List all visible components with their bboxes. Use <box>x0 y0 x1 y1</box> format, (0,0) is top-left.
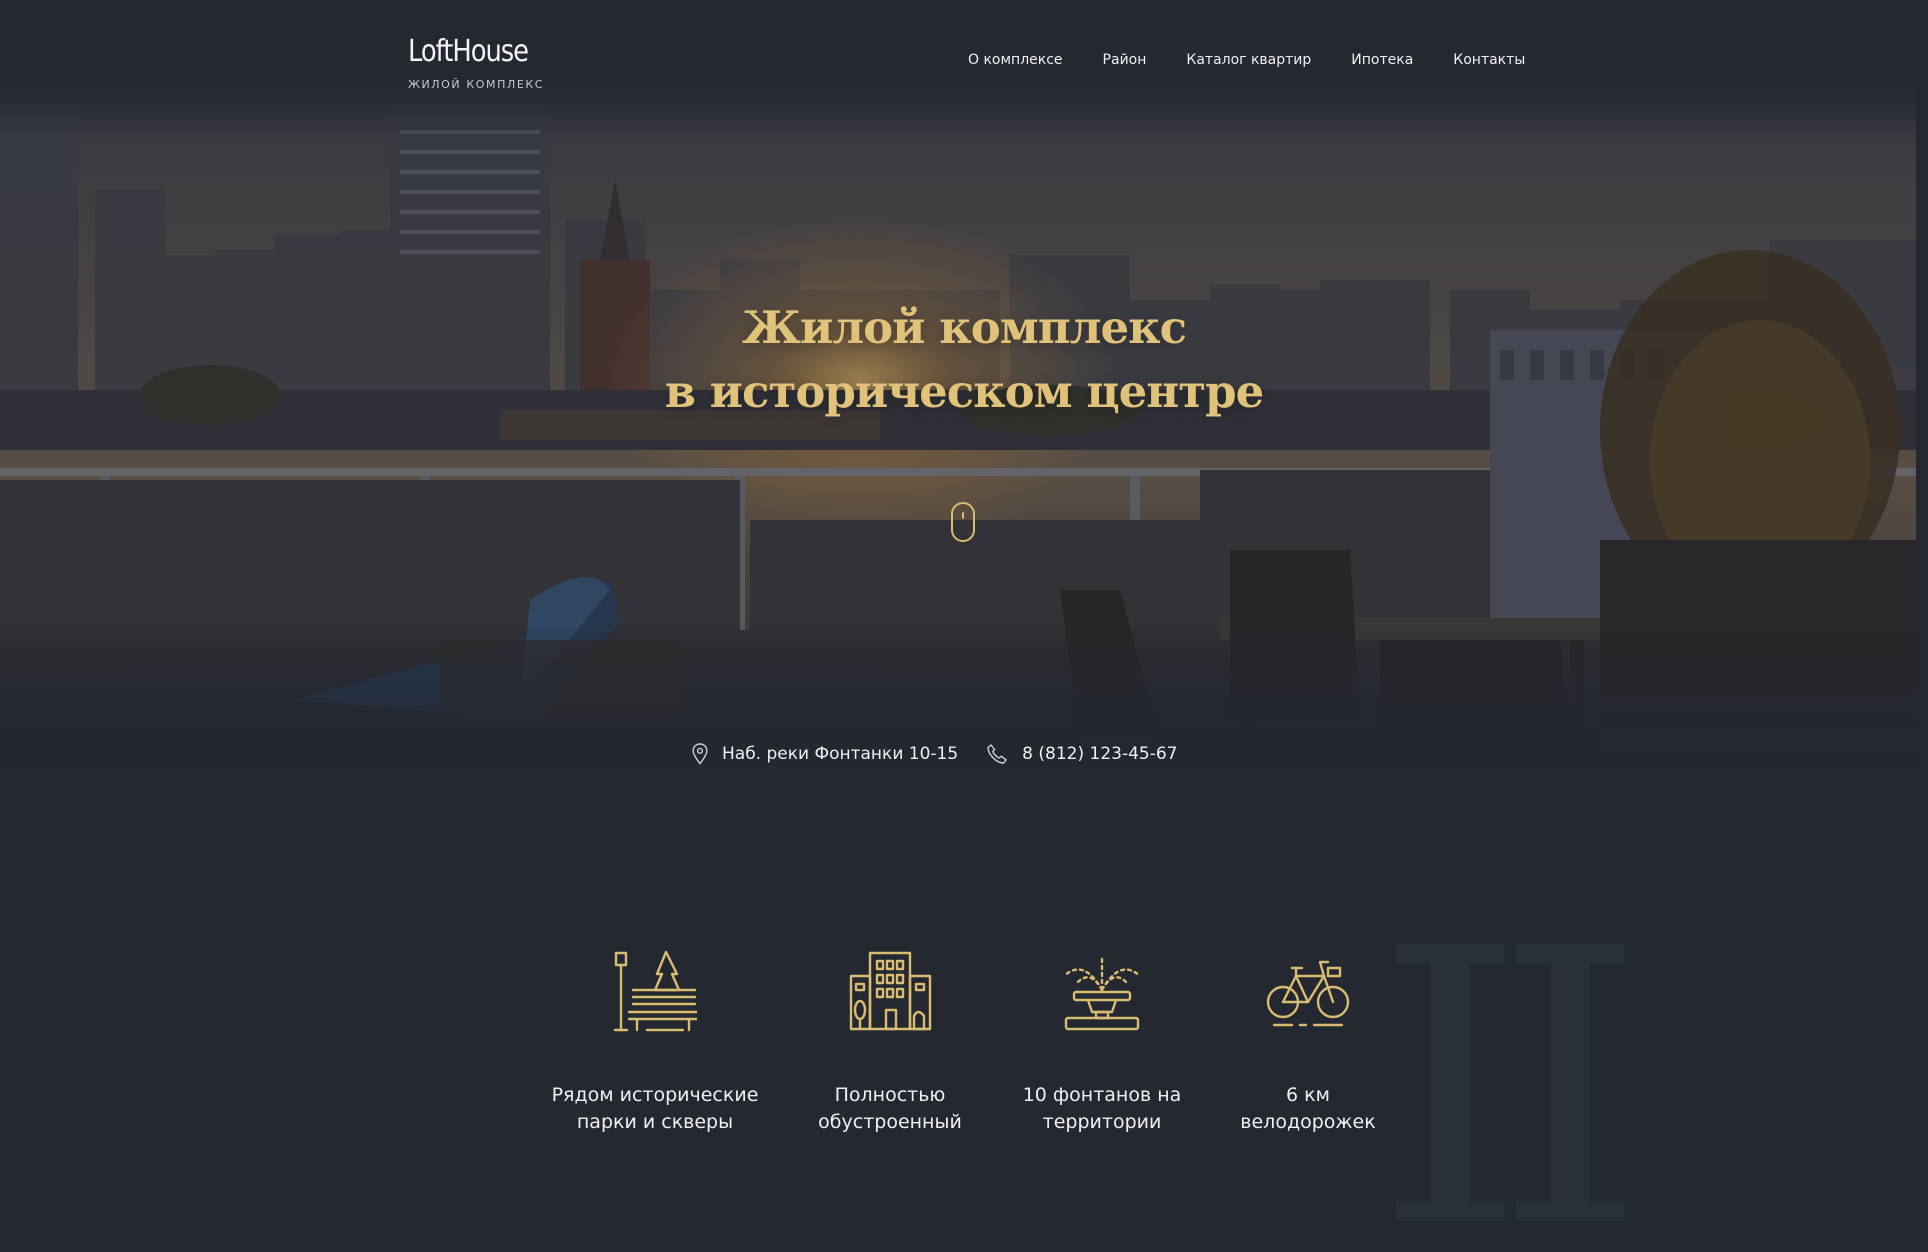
hero-title: Жилой комплекс в историческом центре <box>564 296 1364 424</box>
fountain-icon <box>1062 956 1142 1031</box>
nav-item-about[interactable]: О комплексе <box>968 50 1063 70</box>
feature-infrastructure: Полностью обустроенный <box>800 950 980 1136</box>
mouse-scroll-icon[interactable] <box>951 502 975 542</box>
feature-parks-text: Рядом исторические парки и скверы <box>551 1084 759 1133</box>
feature-fountains: 10 фонтанов на территории <box>1016 950 1188 1136</box>
address-text: Наб. реки Фонтанки 10-15 <box>722 744 959 764</box>
feature-bike-lanes-text: 6 км велодорожек <box>1240 1084 1376 1133</box>
address-item: Наб. реки Фонтанки 10-15 <box>692 743 958 765</box>
nav-item-mortgage[interactable]: Ипотека <box>1351 50 1413 70</box>
feature-fountains-text: 10 фонтанов на территории <box>1022 1084 1182 1133</box>
logo-subtitle: ЖИЛОЙ КОМПЛЕКС <box>408 78 545 91</box>
logo[interactable]: LoftHouse ЖИЛОЙ КОМПЛЕКС <box>408 34 548 91</box>
feature-parks: Рядом исторические парки и скверы <box>548 950 762 1136</box>
phone-item: 8 (812) 123-45-67 <box>986 743 1178 765</box>
bicycle-icon <box>1266 960 1350 1027</box>
site-header: LoftHouse ЖИЛОЙ КОМПЛЕКС О комплексе Рай… <box>0 0 1928 110</box>
location-pin-icon <box>692 743 708 765</box>
hero-title-line-1: Жилой комплекс <box>742 301 1187 354</box>
nav-item-catalog[interactable]: Каталог квартир <box>1186 50 1311 70</box>
buildings-icon <box>849 951 932 1031</box>
feature-infrastructure-text: Полностью обустроенный <box>818 1084 962 1133</box>
feature-bike-lanes: 6 км велодорожек <box>1230 950 1386 1136</box>
contacts-bar: Наб. реки Фонтанки 10-15 8 (812) 123-45-… <box>692 740 1178 768</box>
hero-title-line-2: в историческом центре <box>664 365 1264 418</box>
features-section: Рядом исторические парки и скверы Полнос… <box>0 950 1928 1150</box>
park-bench-icon <box>613 950 697 1032</box>
phone-icon <box>987 744 1007 764</box>
nav-item-contacts[interactable]: Контакты <box>1453 50 1525 70</box>
mouse-wheel <box>962 512 964 519</box>
hero-right-edge <box>1916 0 1928 770</box>
phone-link[interactable]: 8 (812) 123-45-67 <box>1022 744 1177 764</box>
nav-item-district[interactable]: Район <box>1103 50 1147 70</box>
logo-title: LoftHouse <box>408 34 529 69</box>
main-nav: О комплексе Район Каталог квартир Ипотек… <box>968 50 1525 70</box>
